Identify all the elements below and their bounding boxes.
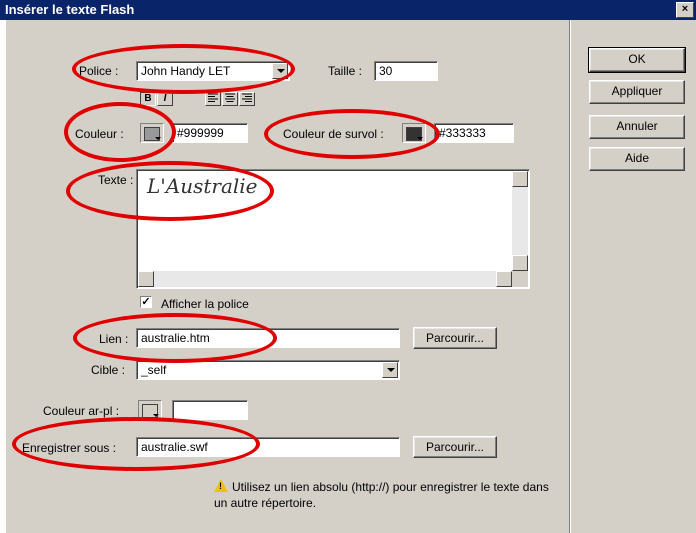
scroll-up-icon[interactable] xyxy=(512,171,528,187)
text-area-content: L'Australie xyxy=(147,174,258,198)
chevron-down-icon xyxy=(417,137,423,140)
show-font-label: Afficher la police xyxy=(161,297,249,311)
bg-color-label: Couleur ar-pl : xyxy=(43,404,120,418)
cancel-button[interactable]: Annuler xyxy=(589,115,685,139)
bg-color-hex-input[interactable] xyxy=(172,400,248,420)
text-area[interactable]: L'Australie xyxy=(136,169,530,289)
color-label: Couleur : xyxy=(75,127,124,141)
link-value: australie.htm xyxy=(141,331,210,345)
font-select-value: John Handy LET xyxy=(141,64,231,78)
help-button[interactable]: Aide xyxy=(589,147,685,171)
align-center-icon xyxy=(225,93,235,102)
text-label: Texte : xyxy=(98,173,134,187)
ok-button[interactable]: OK xyxy=(588,47,686,73)
window-title: Insérer le texte Flash xyxy=(5,2,135,17)
save-as-value: australie.swf xyxy=(141,440,208,454)
link-input[interactable]: australie.htm xyxy=(136,328,400,348)
scrollbar-corner xyxy=(512,271,528,287)
target-value: _self xyxy=(141,363,167,377)
scroll-left-icon[interactable] xyxy=(138,271,154,287)
save-as-input[interactable]: australie.swf xyxy=(136,437,400,457)
bg-color-swatch[interactable] xyxy=(138,400,162,420)
button-column-separator xyxy=(569,20,571,533)
align-right-icon xyxy=(242,93,252,102)
close-button[interactable]: × xyxy=(676,2,694,18)
size-label: Taille : xyxy=(328,64,363,78)
chevron-down-icon xyxy=(153,414,159,417)
hover-color-hex-input[interactable]: #333333 xyxy=(434,123,514,143)
bold-button[interactable]: B xyxy=(140,92,156,106)
align-center-button[interactable] xyxy=(222,92,238,106)
hover-color-label: Couleur de survol : xyxy=(283,127,384,141)
target-dropdown-arrow-icon[interactable] xyxy=(382,362,398,378)
size-input[interactable]: 30 xyxy=(374,61,438,81)
vertical-scrollbar[interactable] xyxy=(512,171,528,271)
hover-color-hex-value: #333333 xyxy=(439,126,486,140)
font-label: Police : xyxy=(79,64,119,78)
font-select[interactable]: John Handy LET xyxy=(136,61,290,81)
horizontal-scrollbar[interactable] xyxy=(138,271,512,287)
scroll-down-icon[interactable] xyxy=(512,255,528,271)
italic-button[interactable]: I xyxy=(157,92,173,106)
align-right-button[interactable] xyxy=(239,92,255,106)
target-select[interactable]: _self xyxy=(136,360,400,380)
save-as-label: Enregistrer sous : xyxy=(22,441,117,455)
font-dropdown-arrow-icon[interactable] xyxy=(272,63,288,79)
size-value: 30 xyxy=(379,64,393,78)
chevron-down-icon xyxy=(155,137,161,140)
color-hex-input[interactable]: #999999 xyxy=(172,123,248,143)
scroll-right-icon[interactable] xyxy=(496,271,512,287)
apply-button[interactable]: Appliquer xyxy=(589,80,685,104)
title-bar[interactable]: Insérer le texte Flash × xyxy=(0,0,696,20)
color-swatch[interactable] xyxy=(140,123,164,143)
target-label: Cible : xyxy=(91,363,126,377)
link-browse-button[interactable]: Parcourir... xyxy=(413,327,497,349)
link-label: Lien : xyxy=(99,332,129,346)
align-left-icon xyxy=(208,93,218,102)
hover-color-swatch[interactable] xyxy=(402,123,426,143)
align-left-button[interactable] xyxy=(205,92,221,106)
color-hex-value: #999999 xyxy=(177,126,224,140)
show-font-checkbox[interactable]: ✓ xyxy=(140,296,152,308)
absolute-link-note: Utilisez un lien absolu (http://) pour e… xyxy=(214,480,549,510)
save-as-browse-button[interactable]: Parcourir... xyxy=(413,436,497,458)
